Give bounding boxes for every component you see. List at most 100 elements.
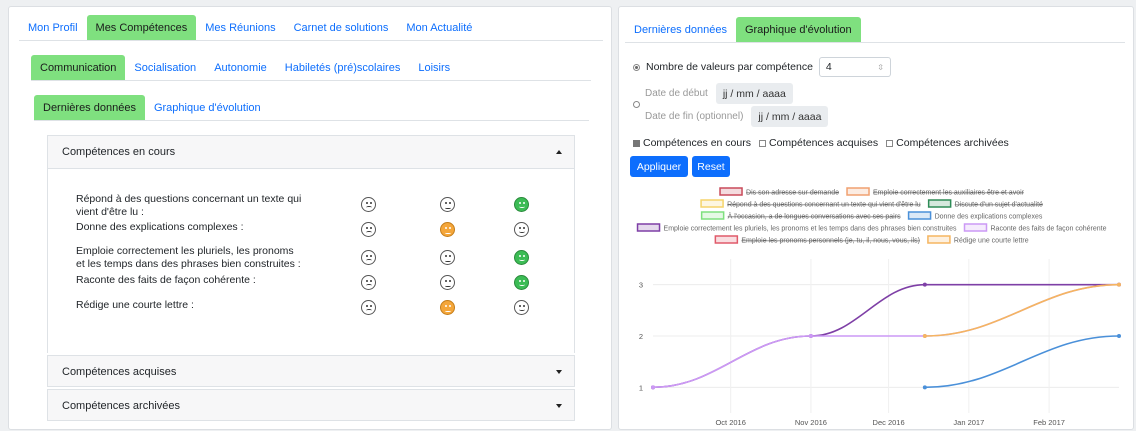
competence-label: Rédige une courte lettre : xyxy=(76,299,194,312)
happy-face-icon[interactable] xyxy=(514,300,529,315)
legend-label[interactable]: À l'occasion, a de longues conversations… xyxy=(728,212,901,221)
sad-face-icon[interactable] xyxy=(361,300,376,315)
neutral-face-icon[interactable] xyxy=(440,222,455,237)
accordion-title: Compétences en cours xyxy=(62,146,176,158)
accordion-en-cours: Compétences en cours Répond à des questi… xyxy=(47,135,575,353)
accordion-title: Compétences archivées xyxy=(62,400,181,412)
legend-label[interactable]: Discute d'un sujet d'actualité xyxy=(955,202,1043,209)
radio-date-range[interactable] xyxy=(633,101,640,108)
happy-face-icon[interactable] xyxy=(514,197,529,212)
sad-face-icon[interactable] xyxy=(361,197,376,212)
data-point xyxy=(651,385,655,390)
radio-nb-values[interactable] xyxy=(633,63,640,71)
date-debut-label: Date de début xyxy=(645,88,708,99)
neutral-face-icon[interactable] xyxy=(440,197,455,212)
main-tab[interactable]: Mon Profil xyxy=(19,15,87,40)
checkbox-archivees[interactable] xyxy=(886,139,894,147)
x-tick-label: Oct 2016 xyxy=(715,418,745,427)
date-debut-input[interactable]: jj / mm / aaaa xyxy=(715,83,793,104)
legend-swatch xyxy=(927,235,951,244)
legend-label[interactable]: Rédige une courte lettre xyxy=(954,238,1029,245)
legend-swatch xyxy=(700,199,724,208)
sub-tab[interactable]: Habiletés (pré)scolaires xyxy=(276,55,410,80)
legend-label[interactable]: Répond à des questions concernant un tex… xyxy=(727,202,921,209)
date-debut-row: Date de début jj / mm / aaaa xyxy=(645,83,793,104)
series-line xyxy=(924,283,1120,337)
legend-label[interactable]: Raconte des faits de façon cohérente xyxy=(991,226,1107,233)
data-point xyxy=(1117,282,1121,287)
filters-row: Compétences en cours Compétences acquise… xyxy=(633,137,1009,149)
happy-face-icon[interactable] xyxy=(514,250,529,265)
rview-tab[interactable]: Dernières données xyxy=(625,17,736,42)
legend-label[interactable]: Donne des explications complexes xyxy=(935,214,1043,221)
sad-face-icon[interactable] xyxy=(361,250,376,265)
legend-label[interactable]: Emploie correctement les pluriels, les p… xyxy=(664,226,957,233)
chevron-up-icon xyxy=(556,150,562,154)
competence-line: Emploie correctement les pluriels, les p… xyxy=(76,245,294,257)
reset-button[interactable]: Reset xyxy=(692,156,730,177)
neutral-face-icon[interactable] xyxy=(440,300,455,315)
competence-label: Raconte des faits de façon cohérente : xyxy=(76,274,256,287)
checkbox-acquises[interactable] xyxy=(758,139,766,147)
sad-face-icon[interactable] xyxy=(361,222,376,237)
apply-button[interactable]: Appliquer xyxy=(630,156,688,177)
happy-face-icon[interactable] xyxy=(514,275,529,290)
main-nav-tabs: Mon Profil Mes Compétences Mes Réunions Car… xyxy=(19,15,603,41)
competence-line: Raconte des faits de façon cohérente : xyxy=(76,274,256,286)
date-fin-input[interactable]: jj / mm / aaaa xyxy=(751,106,829,127)
sub-tab[interactable]: Autonomie xyxy=(205,55,276,80)
spinner-icon[interactable]: ⇳ xyxy=(877,63,884,72)
legend-label[interactable]: Emploie les pronoms personnels (je, tu, … xyxy=(741,238,920,245)
checkbox-en-cours[interactable] xyxy=(633,139,640,147)
x-tick-label: Nov 2016 xyxy=(795,418,827,427)
neutral-face-icon[interactable] xyxy=(440,250,455,265)
evolution-chart: Dis son adresse sur demande Emploie corre… xyxy=(636,187,1121,427)
main-tab[interactable]: Carnet de solutions xyxy=(285,15,398,40)
competence-line: et les temps dans des phrases bien const… xyxy=(76,258,301,270)
main-tab[interactable]: Mes Réunions xyxy=(196,15,284,40)
legend-swatch xyxy=(636,223,661,232)
y-tick-label: 1 xyxy=(639,383,643,392)
legend-swatch xyxy=(927,199,952,208)
legend-label[interactable]: Emploie correctement les auxiliaires êtr… xyxy=(873,190,1025,197)
legend-swatch xyxy=(714,235,739,244)
neutral-face-icon[interactable] xyxy=(440,275,455,290)
domain-tabs: Communication Socialisation Autonomie Habil… xyxy=(31,55,591,81)
check-label: Compétences archivées xyxy=(896,137,1009,149)
legend-swatch xyxy=(846,187,870,196)
view-tab[interactable]: Graphique d'évolution xyxy=(145,95,270,120)
accordion-header-archivees[interactable]: Compétences archivées xyxy=(48,390,574,422)
sub-tab[interactable]: Loisirs xyxy=(409,55,459,80)
sad-face-icon[interactable] xyxy=(361,275,376,290)
x-tick-label: Feb 2017 xyxy=(1033,418,1065,427)
x-tick-label: Dec 2016 xyxy=(873,418,905,427)
nb-values-value: 4 xyxy=(825,61,832,73)
check-label: Compétences acquises xyxy=(768,137,879,149)
accordion-header-en-cours[interactable]: Compétences en cours xyxy=(48,136,574,168)
y-tick-label: 3 xyxy=(639,281,643,290)
competence-line: Donne des explications complexes : xyxy=(76,221,244,233)
main-tab[interactable]: Mes Compétences xyxy=(86,15,197,40)
happy-face-icon[interactable] xyxy=(514,222,529,237)
legend-label[interactable]: Dis son adresse sur demande xyxy=(746,190,839,197)
competence-line: Répond à des questions concernant un tex… xyxy=(76,193,302,205)
competences-list: Répond à des questions concernant un tex… xyxy=(48,168,574,353)
rview-tab[interactable]: Graphique d'évolution xyxy=(735,17,861,42)
view-tabs: Dernières données Graphique d'évolution xyxy=(34,95,589,121)
date-fin-row: Date de fin (optionnel) jj / mm / aaaa xyxy=(645,106,829,127)
legend-swatch xyxy=(700,211,725,220)
competences-panel: Mon Profil Mes Compétences Mes Réunions Car… xyxy=(8,6,612,430)
chevron-down-icon xyxy=(556,370,562,374)
right-view-tabs: Dernières données Graphique d'évolution xyxy=(625,17,1125,43)
sub-tab[interactable]: Communication xyxy=(31,55,126,80)
competence-label: Donne des explications complexes : xyxy=(76,221,244,234)
nb-values-input[interactable]: 4 ⇳ xyxy=(818,57,891,77)
series-line xyxy=(924,335,1120,389)
competence-label: Emploie correctement les pluriels, les p… xyxy=(76,245,301,271)
main-tab[interactable]: Mon Actualité xyxy=(397,15,481,40)
view-tab[interactable]: Dernières données xyxy=(34,95,145,120)
accordion-header-acquises[interactable]: Compétences acquises xyxy=(48,356,574,388)
check-label: Compétences en cours xyxy=(643,137,751,149)
nb-values-row: Nombre de valeurs par compétence 4 ⇳ xyxy=(633,57,891,77)
sub-tab[interactable]: Socialisation xyxy=(125,55,205,80)
